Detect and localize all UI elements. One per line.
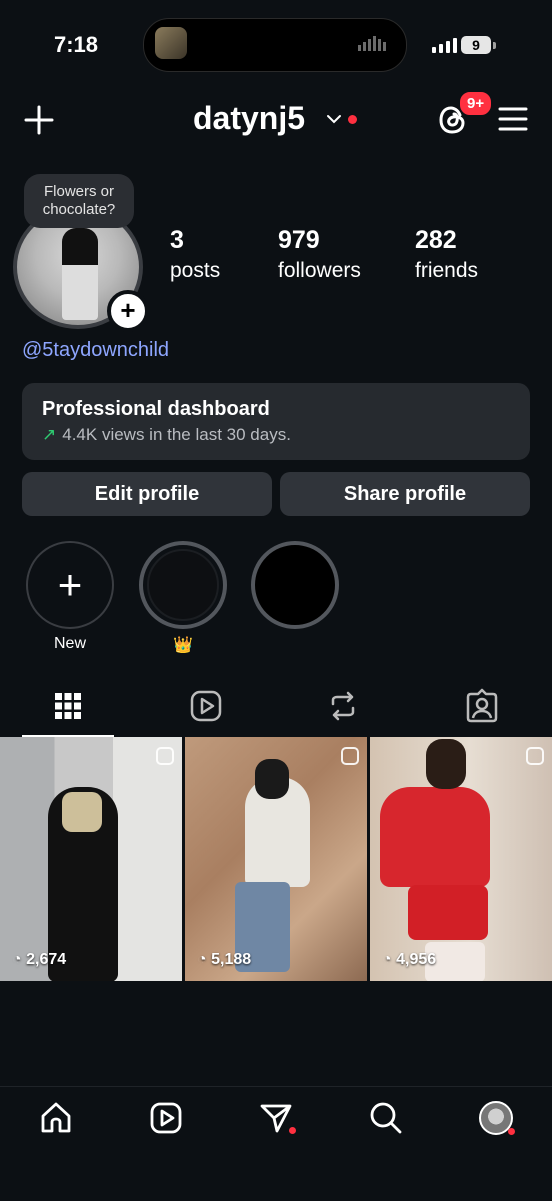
post-thumbnail[interactable]: ◔ 5,188 xyxy=(185,737,367,981)
highlight-label-crown: 👑 xyxy=(173,637,193,654)
share-profile-button[interactable]: Share profile xyxy=(280,472,530,516)
stat-friends-value: 282 xyxy=(415,226,457,254)
post-views: ◔ 2,674 xyxy=(12,951,67,968)
chevron-down-icon[interactable] xyxy=(326,113,342,125)
stat-friends[interactable]: 282 friends xyxy=(415,226,478,283)
threads-handle-link[interactable]: @5taydownchild xyxy=(22,339,169,362)
reel-icon xyxy=(341,747,359,765)
add-story-button[interactable]: + xyxy=(107,290,149,332)
battery-icon: 9 xyxy=(461,36,491,54)
dashboard-subtitle-row: ↗ 4.4K views in the last 30 days. xyxy=(42,425,291,445)
account-notification-dot xyxy=(348,115,357,124)
search-icon[interactable] xyxy=(368,1100,404,1136)
status-time: 7:18 xyxy=(54,32,99,57)
now-playing-artwork[interactable] xyxy=(155,27,187,59)
post-view-count: 4,956 xyxy=(396,951,437,968)
stat-followers-value: 979 xyxy=(278,226,320,254)
menu-icon[interactable] xyxy=(498,106,528,132)
edit-profile-button[interactable]: Edit profile xyxy=(22,472,272,516)
home-icon[interactable] xyxy=(38,1100,74,1136)
threads-notification-badge: 9+ xyxy=(458,90,494,117)
stat-posts[interactable]: 3 posts xyxy=(170,226,220,283)
highlight-item[interactable] xyxy=(251,541,339,629)
stat-friends-label: friends xyxy=(415,259,479,282)
plus-icon: + xyxy=(57,561,83,608)
highlight-item[interactable] xyxy=(139,541,227,629)
post-view-count: 5,188 xyxy=(211,951,252,968)
reels-tab-icon[interactable] xyxy=(188,688,224,724)
cellular-signal-icon xyxy=(432,38,457,53)
battery-tip xyxy=(493,42,496,49)
audio-waveform-icon xyxy=(358,36,386,51)
reposts-icon[interactable] xyxy=(325,688,361,724)
stat-followers-label: followers xyxy=(278,259,361,282)
post-views: ◔ 5,188 xyxy=(197,951,252,968)
reels-icon[interactable] xyxy=(148,1100,184,1136)
dashboard-title: Professional dashboard xyxy=(42,398,270,420)
reel-icon xyxy=(526,747,544,765)
create-post-button[interactable] xyxy=(22,103,56,137)
note-line-2: chocolate? xyxy=(42,201,116,218)
trend-up-icon: ↗ xyxy=(42,425,57,444)
post-views: ◔ 4,956 xyxy=(382,951,437,968)
profile-notification-dot xyxy=(508,1128,515,1135)
stat-posts-value: 3 xyxy=(170,226,184,254)
tagged-icon[interactable] xyxy=(464,688,500,724)
dashboard-subtitle: 4.4K views in the last 30 days. xyxy=(62,425,291,444)
profile-username[interactable]: datynj5 xyxy=(193,100,305,137)
reel-icon xyxy=(156,747,174,765)
new-highlight-button[interactable]: + xyxy=(26,541,114,629)
profile-note[interactable]: Flowers or chocolate? xyxy=(24,174,134,228)
grid-icon[interactable] xyxy=(50,688,86,724)
note-line-1: Flowers or xyxy=(43,183,114,200)
post-thumbnail[interactable]: ◔ 2,674 xyxy=(0,737,182,981)
avatar-figure xyxy=(62,228,98,320)
post-thumbnail[interactable]: ◔ 4,956 xyxy=(370,737,552,981)
stat-followers[interactable]: 979 followers xyxy=(278,226,361,283)
professional-dashboard[interactable] xyxy=(22,383,530,460)
messages-notification-dot xyxy=(289,1127,296,1134)
stat-posts-label: posts xyxy=(170,259,221,282)
highlight-label-new: New xyxy=(53,635,86,652)
post-view-count: 2,674 xyxy=(26,951,67,968)
